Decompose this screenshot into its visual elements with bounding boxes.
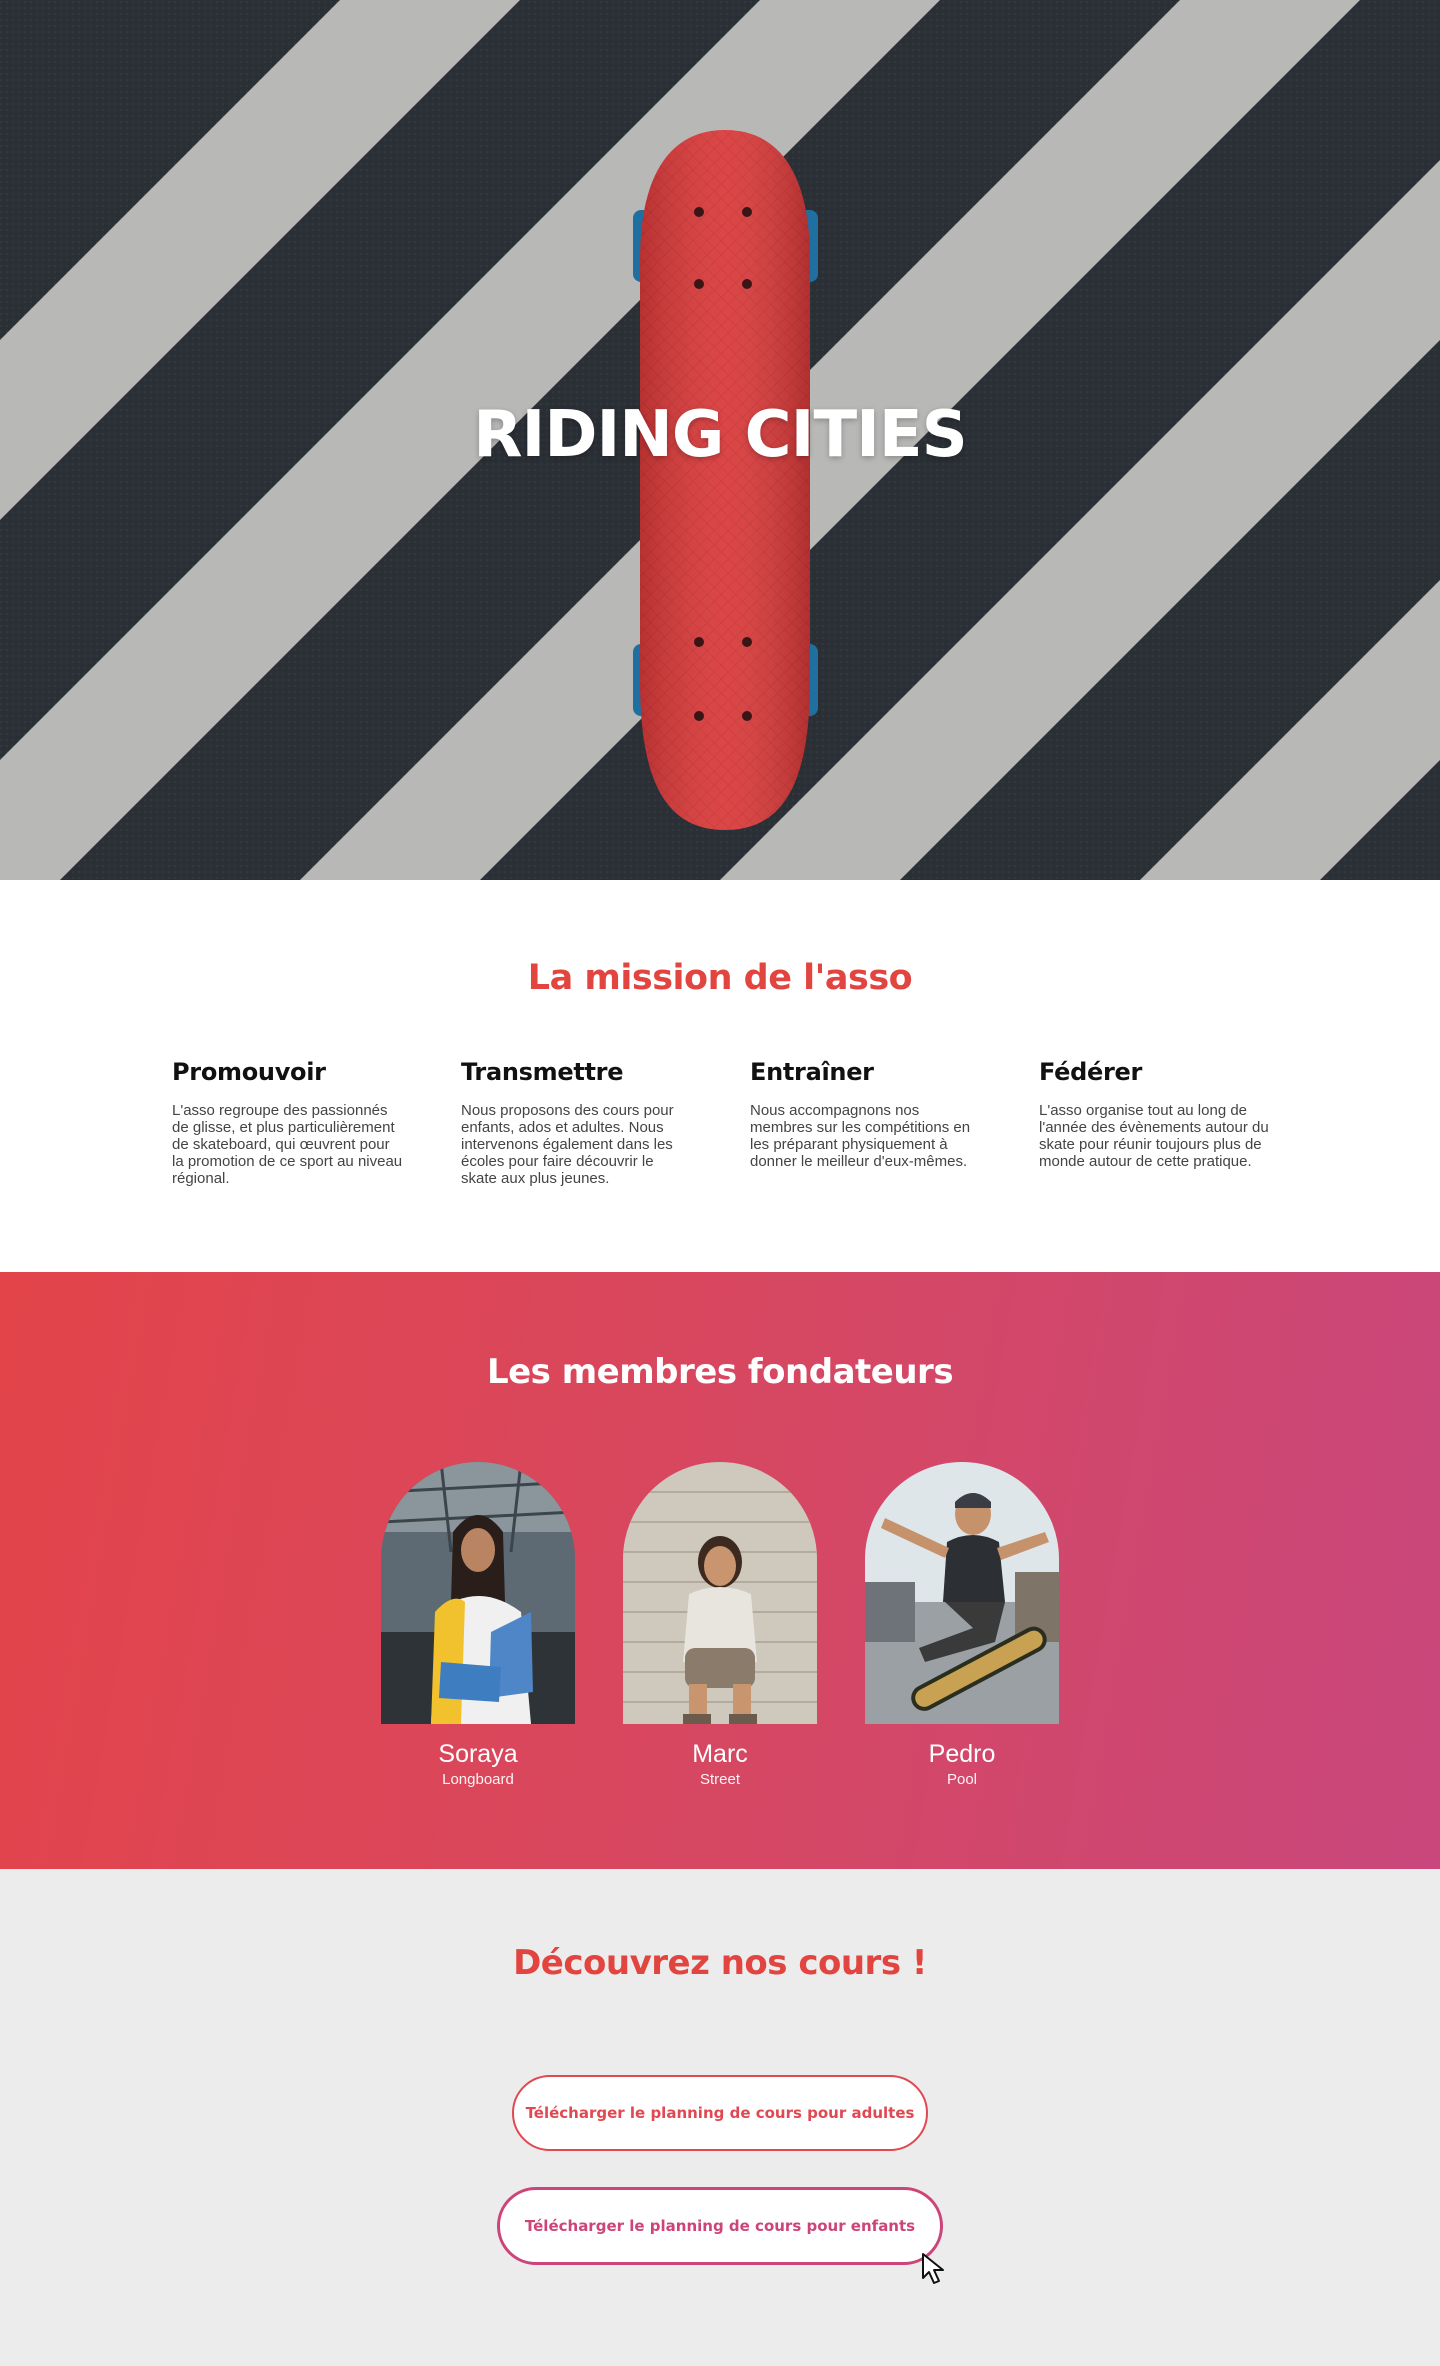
pillar-text: Nous proposons des cours pour enfants, a… — [461, 1102, 674, 1187]
pillar-text: Nous accompagnons nos membres sur les co… — [750, 1102, 971, 1170]
courses-heading: Découvrez nos cours ! — [513, 1943, 927, 1983]
mission-section: La mission de l'asso Promouvoir L'asso r… — [0, 880, 1440, 1272]
pillar-title: Transmettre — [461, 1058, 624, 1086]
pillar-title: Promouvoir — [172, 1058, 326, 1086]
member-card-pedro: Pedro Pool — [865, 1462, 1059, 1788]
member-role: Longboard — [442, 1771, 514, 1788]
member-photo-marc — [623, 1462, 817, 1724]
pillar-title: Entraîner — [750, 1058, 874, 1086]
member-photo-pedro — [865, 1462, 1059, 1724]
member-role: Pool — [946, 1771, 978, 1788]
pillar-transmettre: Transmettre Nous proposons des cours pou… — [461, 1058, 693, 1187]
member-role: Street — [699, 1771, 741, 1788]
founders-section: Les membres fondateurs Soraya Longboard — [0, 1272, 1440, 1869]
member-name: Soraya — [438, 1740, 518, 1768]
member-card-soraya: Soraya Longboard — [381, 1462, 575, 1788]
pillar-text: L'asso regroupe des passionnés de glisse… — [172, 1102, 403, 1187]
mouse-pointer-icon — [922, 2253, 944, 2284]
mission-heading: La mission de l'asso — [527, 958, 913, 998]
mission-pillars: Promouvoir L'asso regroupe des passionné… — [172, 1058, 1272, 1218]
pillar-entrainer: Entraîner Nous accompagnons nos membres … — [750, 1058, 982, 1170]
courses-section: Découvrez nos cours ! Télécharger le pla… — [0, 1869, 1440, 2366]
download-kids-schedule-button[interactable]: Télécharger le planning de cours pour en… — [497, 2187, 943, 2265]
hero-banner: RIDING CITIES — [0, 0, 1440, 880]
pillar-federer: Fédérer L'asso organise tout au long de … — [1039, 1058, 1271, 1170]
member-name: Marc — [692, 1740, 748, 1768]
site-title: RIDING CITIES — [473, 398, 967, 472]
download-adults-schedule-button[interactable]: Télécharger le planning de cours pour ad… — [512, 2075, 928, 2151]
founders-heading: Les membres fondateurs — [486, 1352, 954, 1392]
member-card-marc: Marc Street — [623, 1462, 817, 1788]
member-photo-soraya — [381, 1462, 575, 1724]
member-name: Pedro — [928, 1740, 996, 1768]
pillar-promouvoir: Promouvoir L'asso regroupe des passionné… — [172, 1058, 404, 1187]
pillar-text: L'asso organise tout au long de l'année … — [1039, 1102, 1269, 1170]
pillar-title: Fédérer — [1039, 1058, 1143, 1086]
